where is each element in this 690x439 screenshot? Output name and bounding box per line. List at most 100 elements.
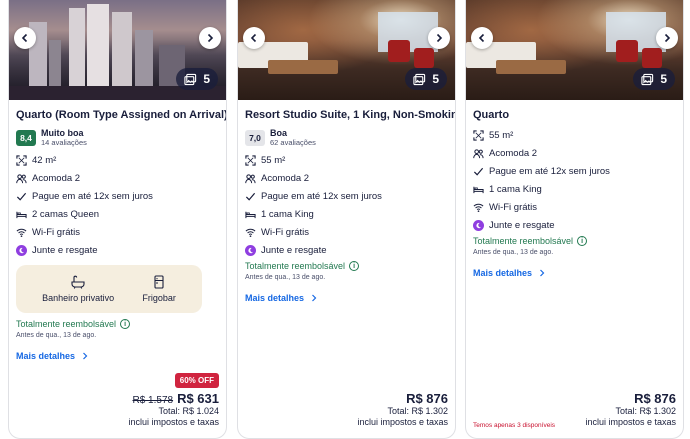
guests-icon [16, 173, 27, 183]
wifi-icon [245, 228, 256, 237]
loyalty-icon [245, 244, 256, 256]
review-count: 62 avaliações [270, 138, 316, 147]
chevron-left-icon [250, 33, 257, 43]
feature-installments: Pague em até 12x sem juros [16, 187, 219, 205]
feature-area: 55 m² [245, 151, 448, 169]
availability-warning: Temos apenas 3 disponíveis [473, 422, 556, 429]
chevron-right-icon [83, 352, 88, 360]
gallery-count: 5 [432, 72, 439, 86]
previous-photo-button[interactable] [243, 27, 265, 49]
area-icon [473, 129, 484, 141]
refund-status: Totalmente reembolsável i [473, 236, 676, 246]
previous-photo-button[interactable] [471, 27, 493, 49]
bed-icon [16, 211, 27, 218]
chevron-right-icon [436, 33, 443, 43]
amenity-private-bathroom: Banheiro privativo [42, 275, 114, 303]
loyalty-icon [473, 219, 484, 231]
area-icon [16, 154, 27, 166]
nightly-price: R$ 631 [177, 391, 219, 406]
chevron-right-icon [312, 294, 317, 302]
room-title: Quarto [473, 109, 510, 121]
previous-photo-button[interactable] [14, 27, 36, 49]
price-block: 60% OFF R$ 1.578 R$ 631 Total: R$ 1.024 … [128, 370, 219, 428]
next-photo-button[interactable] [656, 27, 678, 49]
tax-note: inclui impostos e taxas [128, 417, 219, 427]
refund-deadline: Antes de qua., 13 de ago. [245, 274, 326, 281]
rating: 8,4 Muito boa 14 avaliações [16, 128, 219, 147]
refund-deadline: Antes de qua., 13 de ago. [473, 249, 554, 256]
loyalty-icon [16, 244, 27, 256]
gallery-button[interactable]: 5 [176, 68, 218, 90]
chevron-right-icon [540, 269, 545, 277]
chevron-left-icon [21, 33, 28, 43]
chevron-right-icon [207, 33, 214, 43]
info-icon[interactable]: i [349, 261, 360, 271]
more-details-link[interactable]: Mais detalhes [16, 351, 219, 361]
feature-installments: Pague em até 12x sem juros [473, 162, 676, 180]
info-icon[interactable]: i [577, 236, 588, 246]
gallery-button[interactable]: 5 [405, 68, 447, 90]
rating-label: Boa [270, 128, 288, 138]
review-count: 14 avaliações [41, 138, 87, 147]
tax-note: inclui impostos e taxas [357, 417, 448, 427]
bed-icon [245, 211, 256, 218]
check-icon [473, 167, 484, 176]
room-photo[interactable]: 5 [238, 0, 455, 100]
bed-icon [473, 186, 484, 193]
original-price: R$ 1.578 [132, 395, 174, 406]
wifi-icon [473, 203, 484, 212]
feature-beds: 2 camas Queen [16, 205, 219, 223]
room-card[interactable]: 5 Quarto 55 m² Acomoda 2 Pague em até 12… [465, 0, 684, 439]
info-icon[interactable]: i [120, 319, 131, 329]
next-photo-button[interactable] [428, 27, 450, 49]
nightly-price: R$ 876 [634, 391, 676, 406]
gallery-count: 5 [203, 72, 210, 86]
guests-icon [473, 148, 484, 158]
chevron-left-icon [478, 33, 485, 43]
total-price: Total: R$ 1.024 [158, 406, 219, 416]
price-block: R$ 876 Total: R$ 1.302 inclui impostos e… [357, 391, 448, 428]
feature-wifi: Wi-Fi grátis [245, 223, 448, 241]
feature-guests: Acomoda 2 [16, 169, 219, 187]
rating: 7,0 Boa 62 avaliações [245, 128, 448, 147]
room-photo[interactable]: 5 [466, 0, 683, 100]
gallery-button[interactable]: 5 [633, 68, 675, 90]
more-details-link[interactable]: Mais detalhes [473, 268, 676, 278]
chevron-right-icon [664, 33, 671, 43]
rating-label: Muito boa [41, 128, 84, 138]
next-photo-button[interactable] [199, 27, 221, 49]
feature-installments: Pague em até 12x sem juros [245, 187, 448, 205]
total-price: Total: R$ 1.302 [387, 406, 448, 416]
refund-status: Totalmente reembolsável i [16, 319, 219, 329]
feature-guests: Acomoda 2 [245, 169, 448, 187]
fridge-icon [154, 275, 164, 289]
more-details-link[interactable]: Mais detalhes [245, 293, 448, 303]
area-icon [245, 154, 256, 166]
price-block: R$ 876 Total: R$ 1.302 inclui impostos e… [585, 391, 676, 428]
nightly-price: R$ 876 [406, 391, 448, 406]
wifi-icon [16, 228, 27, 237]
check-icon [245, 192, 256, 201]
refund-deadline: Antes de qua., 13 de ago. [16, 332, 97, 339]
check-icon [16, 192, 27, 201]
amenities-box: Banheiro privativo Frigobar [16, 265, 202, 313]
room-card[interactable]: 5 Quarto (Room Type Assigned on Arrival)… [8, 0, 227, 439]
discount-badge: 60% OFF [174, 373, 219, 388]
room-photo[interactable]: 5 [9, 0, 226, 100]
gallery-icon [413, 73, 426, 85]
feature-area: 55 m² [473, 126, 676, 144]
feature-wifi: Wi-Fi grátis [16, 223, 219, 241]
tax-note: inclui impostos e taxas [585, 417, 676, 427]
room-title: Quarto (Room Type Assigned on Arrival) [16, 109, 227, 121]
gallery-count: 5 [660, 72, 667, 86]
feature-loyalty: Junte e resgate [245, 241, 448, 259]
feature-beds: 1 cama King [473, 180, 676, 198]
feature-beds: 1 cama King [245, 205, 448, 223]
rating-score: 8,4 [16, 129, 36, 146]
gallery-icon [184, 73, 197, 85]
rating-score: 7,0 [245, 129, 265, 146]
room-card[interactable]: 5 Resort Studio Suite, 1 King, Non-Smoki… [237, 0, 456, 439]
total-price: Total: R$ 1.302 [615, 406, 676, 416]
feature-wifi: Wi-Fi grátis [473, 198, 676, 216]
feature-loyalty: Junte e resgate [16, 241, 219, 259]
